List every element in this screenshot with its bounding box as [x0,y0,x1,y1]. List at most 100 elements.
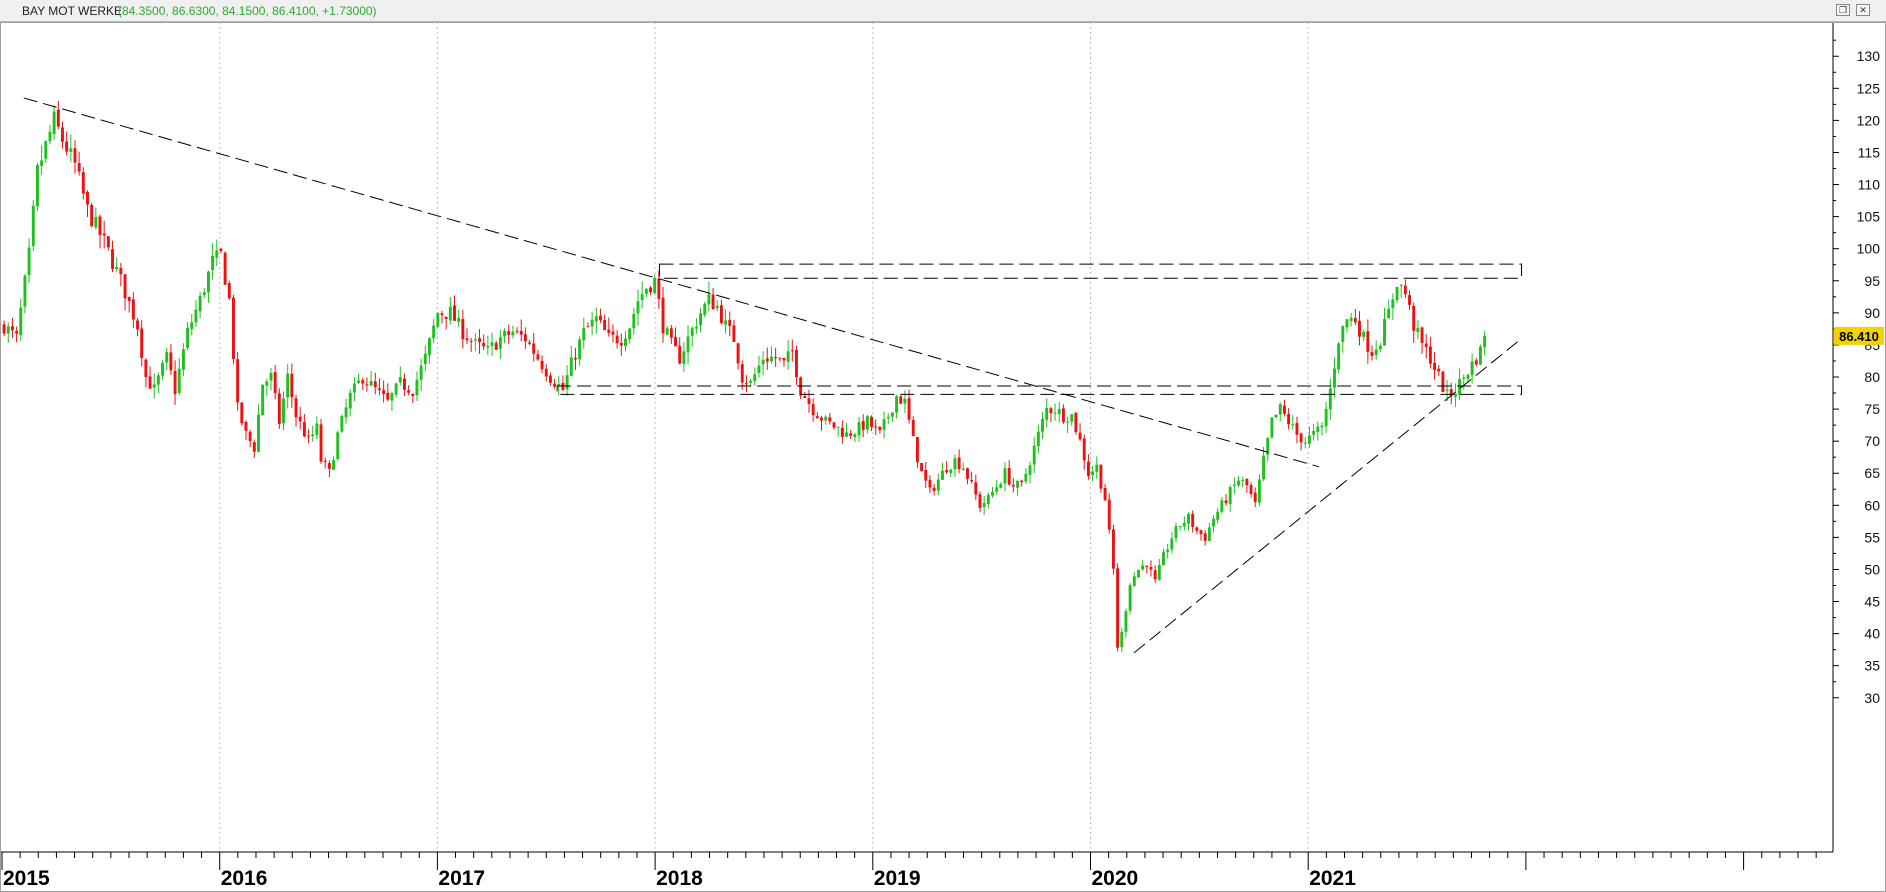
candle-down [1403,285,1407,295]
candle-up [1124,611,1128,632]
candle-down [248,431,252,442]
candle-down [778,357,782,359]
candle-up [194,309,198,323]
candle-up [594,316,598,322]
candle-up [640,294,644,300]
candle-down [106,236,110,248]
candle-down [544,368,548,377]
candle-up [23,275,27,307]
price-tick-label: 120 [1857,112,1881,128]
candle-down [273,372,277,394]
candle-up [1262,455,1266,480]
candle-down [840,427,844,437]
price-tick-label: 50 [1864,561,1880,577]
candle-down [223,252,227,285]
price-tick-label: 130 [1857,48,1881,64]
candle-up [582,327,586,341]
price-tick-label: 75 [1864,401,1880,417]
candle-down [548,375,552,383]
candle-up [269,373,273,381]
candle-down [1086,461,1090,476]
candle-down [136,320,140,330]
candle-up [436,312,440,327]
candle-down [1007,468,1011,485]
candle-up [311,434,315,437]
candle-up [152,384,156,388]
candle-up [1374,349,1378,356]
candle-down [382,390,386,394]
candle-down [169,352,173,371]
candle-up [52,111,56,134]
candle-down [478,338,481,343]
candle-up [1307,435,1311,444]
candle-up [1187,514,1190,524]
candle-up [6,326,10,334]
candle-down [1074,412,1078,433]
candle-up [432,325,436,339]
candle-up [632,313,636,329]
candle-up [682,351,686,364]
candle-up [498,337,502,349]
candle-up [865,416,869,430]
candle-down [932,487,936,491]
candle-down [453,305,456,321]
candle-down [277,393,281,424]
candle-down [607,329,611,333]
candle-down [1078,432,1082,440]
candle-up [982,502,986,507]
candle-down [10,326,14,331]
candle-down [615,335,619,344]
candle-down [1245,478,1249,486]
candle-up [1291,424,1295,426]
candle-up [165,351,169,363]
year-label: 2017 [438,867,485,890]
candle-up [1316,426,1320,432]
candle-up [40,160,44,166]
candle-up [1166,549,1170,553]
candle-up [31,205,35,247]
candle-down [1249,485,1253,494]
candle-down [1408,295,1412,305]
candle-up [1312,430,1316,435]
candle-down [957,457,961,470]
year-label: 2015 [3,867,50,890]
candle-up [48,131,52,142]
candle-down [1424,343,1428,348]
candle-up [986,494,990,505]
candle-up [690,328,694,336]
candle-up [699,313,703,326]
candle-up [448,306,452,321]
candle-up [761,359,765,365]
price-tick-label: 95 [1864,273,1880,289]
candle-up [27,247,31,276]
candle-up [1036,431,1040,447]
candle-down [669,328,673,338]
candle-down [1370,352,1374,356]
candle-down [1428,346,1432,364]
candle-up [903,398,907,404]
candle-up [503,330,507,337]
candle-up [1066,421,1070,423]
close-window-button[interactable]: ✕ [1856,4,1870,16]
restore-window-button[interactable]: ❐ [1836,4,1850,16]
candle-down [1366,331,1370,352]
candle-down [1358,320,1361,337]
price-tick-label: 105 [1857,209,1881,225]
candle-down [440,313,444,316]
candle-up [1303,442,1307,444]
candle-up [423,353,427,365]
candle-up [686,336,690,353]
candle-down [599,315,602,321]
candle-up [1324,408,1328,427]
candle-down [711,294,715,310]
candle-down [482,342,486,347]
candle-down [1103,488,1107,501]
candle-down [77,163,81,172]
candle-down [1203,533,1207,541]
candle-up [428,338,431,355]
price-tick-label: 125 [1857,80,1881,96]
candle-up [949,469,953,473]
candle-down [911,420,915,437]
candle-up [1416,327,1420,333]
candle-up [694,326,698,329]
